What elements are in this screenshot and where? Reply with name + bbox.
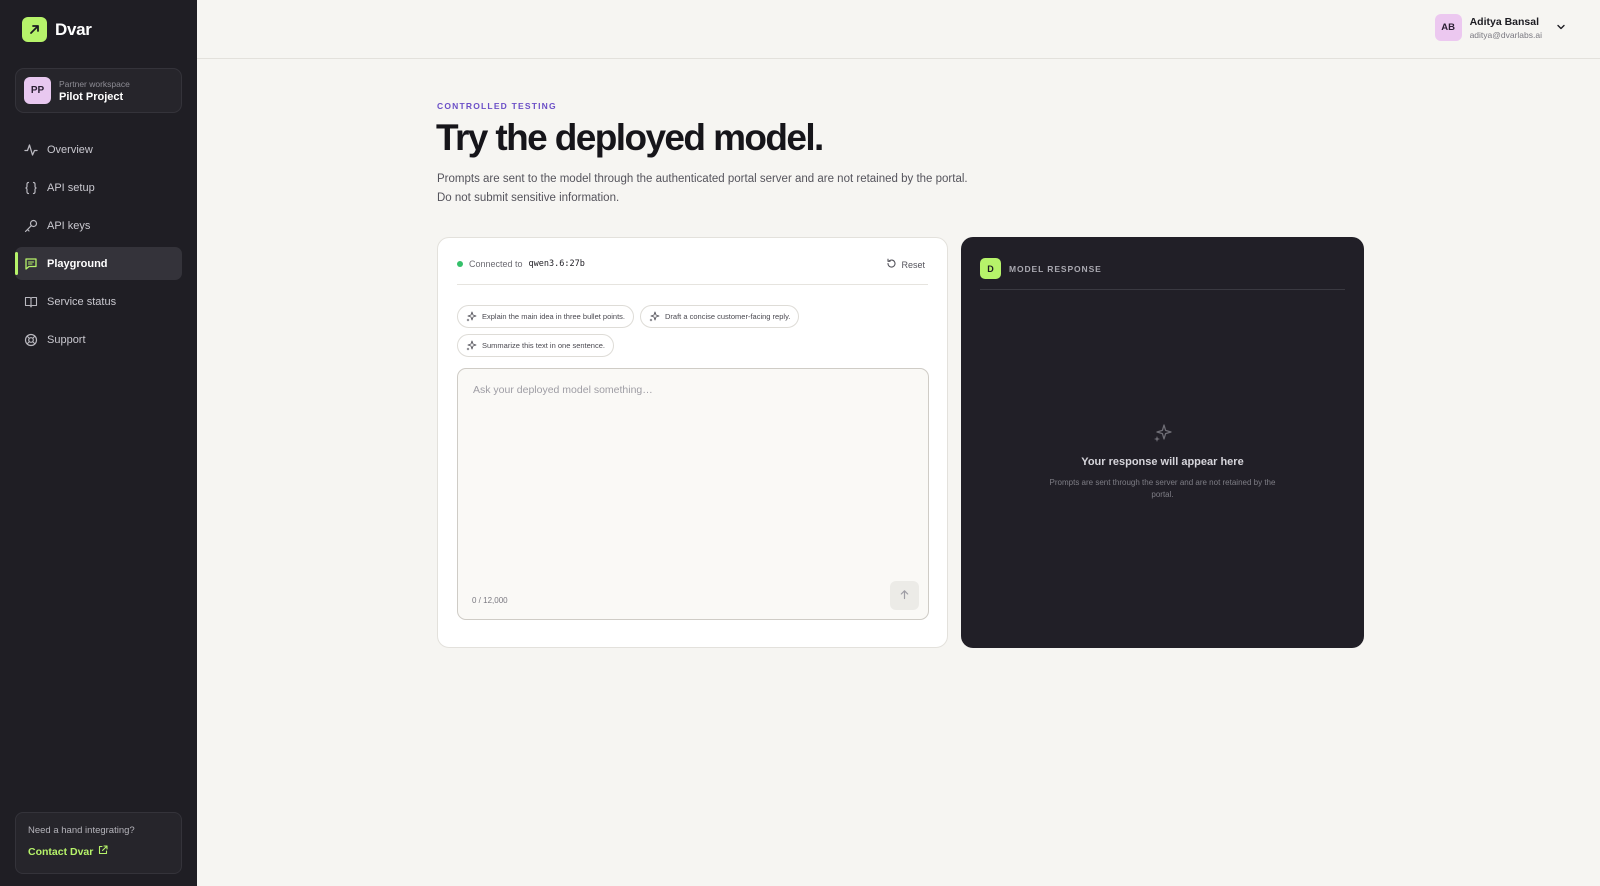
- character-counter: 0 / 12,000: [472, 596, 508, 605]
- model-badge: D: [980, 258, 1001, 279]
- reset-icon: [886, 258, 897, 271]
- send-button[interactable]: [890, 581, 919, 610]
- user-name: Aditya Bansal: [1469, 15, 1540, 28]
- brand[interactable]: Dvar: [22, 17, 92, 42]
- chat-icon: [24, 257, 38, 271]
- sidebar-item-label: API setup: [47, 181, 95, 194]
- suggestion-chip[interactable]: Explain the main idea in three bullet po…: [457, 305, 635, 328]
- chevron-down-icon[interactable]: [1556, 19, 1566, 37]
- prompt-panel-header: Connected to qwen3.6:27b Reset: [457, 255, 928, 285]
- suggestion-label: Explain the main idea in three bullet po…: [482, 312, 626, 321]
- suggestion-label: Summarize this text in one sentence.: [482, 341, 605, 350]
- sparkles-icon: [466, 340, 477, 351]
- response-panel-header: D MODEL RESPONSE: [980, 258, 1345, 290]
- sidebar-item-label: Support: [47, 333, 86, 346]
- help-card: Need a hand integrating? Contact Dvar: [15, 812, 182, 874]
- brand-name: Dvar: [55, 19, 92, 39]
- topbar: AB Aditya Bansal aditya@dvarlabs.ai: [197, 0, 1600, 59]
- page-title: Try the deployed model.: [436, 117, 824, 158]
- description-line: Prompts are sent to the model through th…: [437, 173, 968, 185]
- workspace-caption: Partner workspace: [59, 78, 130, 89]
- activity-icon: [24, 143, 38, 157]
- empty-state-subtitle: Prompts are sent through the server and …: [1049, 478, 1276, 499]
- contact-link[interactable]: Contact Dvar: [28, 845, 169, 858]
- response-panel-label: MODEL RESPONSE: [1009, 264, 1102, 274]
- external-link-icon: [98, 845, 108, 858]
- contact-link-label: Contact Dvar: [28, 845, 94, 858]
- description-line: Do not submit sensitive information.: [437, 191, 620, 204]
- sidebar-item-service-status[interactable]: Service status: [15, 285, 182, 318]
- sidebar-item-overview[interactable]: Overview: [15, 133, 182, 166]
- response-panel: D MODEL RESPONSE Your response will appe…: [961, 237, 1364, 648]
- model-name: qwen3.6:27b: [528, 259, 585, 269]
- reset-label: Reset: [901, 259, 925, 270]
- sparkles-icon: [1153, 423, 1173, 448]
- sidebar-item-label: API keys: [47, 219, 91, 232]
- suggestion-chip[interactable]: Draft a concise customer-facing reply.: [640, 305, 800, 328]
- sidebar-item-label: Service status: [47, 295, 117, 308]
- suggestion-chip[interactable]: Summarize this text in one sentence.: [457, 334, 614, 357]
- sidebar-item-playground[interactable]: Playground: [15, 247, 182, 280]
- response-empty-state: Your response will appear here Prompts a…: [961, 423, 1364, 501]
- sparkles-icon: [649, 311, 660, 322]
- page-description: Prompts are sent to the model through th…: [437, 170, 997, 207]
- workspace-switcher[interactable]: PP Partner workspace Pilot Project: [15, 68, 182, 113]
- sidebar-item-support[interactable]: Support: [15, 323, 182, 356]
- workspace-avatar: PP: [24, 77, 51, 104]
- avatar: AB: [1434, 14, 1462, 41]
- braces-icon: [24, 181, 38, 195]
- sidebar: Dvar PP Partner workspace Pilot Project …: [0, 0, 197, 886]
- brand-logo-icon: [22, 17, 47, 42]
- arrow-up-icon: [899, 587, 910, 605]
- suggestion-list: Explain the main idea in three bullet po…: [457, 305, 927, 357]
- user-email: aditya@dvarlabs.ai: [1469, 29, 1542, 40]
- prompt-box: 0 / 12,000: [457, 368, 929, 620]
- sidebar-item-api-keys[interactable]: API keys: [15, 209, 182, 242]
- prompt-panel: Connected to qwen3.6:27b Reset Explain t…: [437, 237, 948, 648]
- sidebar-nav: Overview API setup API keys Playground S…: [15, 133, 182, 361]
- connection-label: Connected to: [469, 259, 523, 269]
- user-menu[interactable]: AB Aditya Bansal aditya@dvarlabs.ai: [1434, 14, 1566, 41]
- sidebar-item-label: Overview: [47, 143, 93, 156]
- sparkles-icon: [466, 311, 477, 322]
- book-icon: [24, 295, 38, 309]
- sidebar-item-label: Playground: [47, 257, 108, 270]
- lifebuoy-icon: [24, 333, 38, 347]
- key-icon: [24, 219, 38, 233]
- empty-state-title: Your response will appear here: [1081, 456, 1244, 468]
- suggestion-label: Draft a concise customer-facing reply.: [665, 312, 791, 321]
- connection-status: Connected to qwen3.6:27b: [457, 255, 585, 269]
- sidebar-item-api-setup[interactable]: API setup: [15, 171, 182, 204]
- status-dot-icon: [457, 261, 463, 267]
- workspace-name: Pilot Project: [59, 90, 124, 103]
- help-question: Need a hand integrating?: [28, 825, 135, 836]
- reset-button[interactable]: Reset: [886, 255, 925, 271]
- prompt-input[interactable]: [473, 384, 913, 574]
- section-eyebrow: CONTROLLED TESTING: [437, 101, 557, 111]
